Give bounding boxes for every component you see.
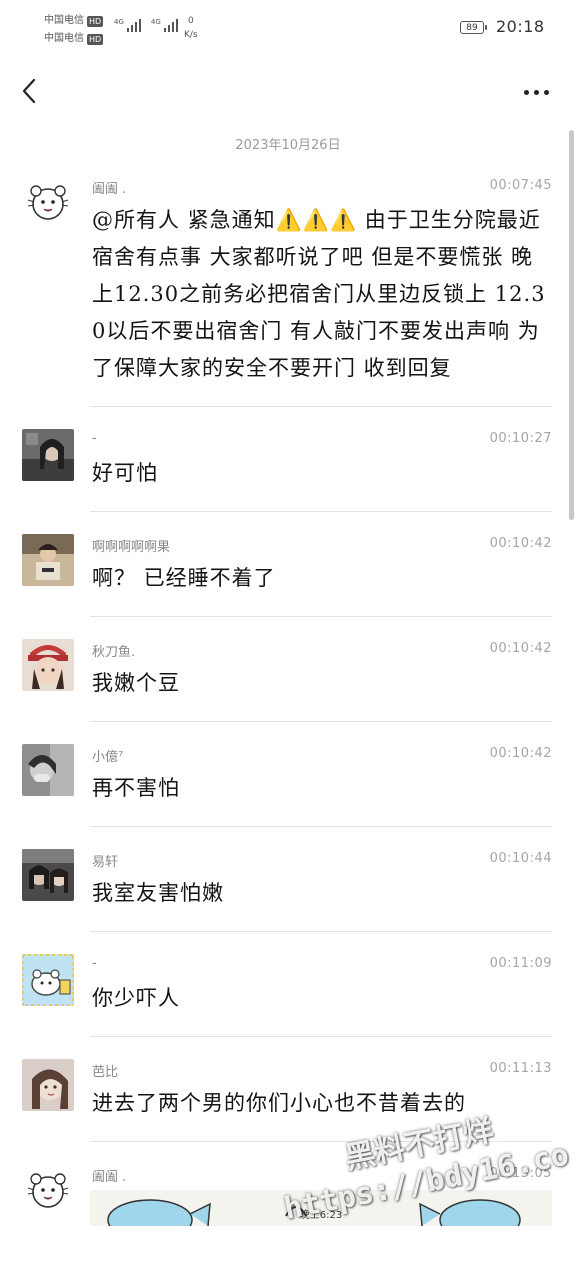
sender-name: 小億⁷ bbox=[92, 750, 124, 765]
status-bar: 中国电信 HD 中国电信 HD 4G 4G 0 K/s 89 20:18 bbox=[0, 0, 576, 60]
message-item[interactable]: 啊啊啊啊啊果 00:10:42 啊？ 已经睡不着了 bbox=[0, 520, 576, 617]
message-time: 00:11:09 bbox=[489, 956, 552, 971]
more-button[interactable] bbox=[518, 78, 554, 106]
divider bbox=[90, 406, 552, 407]
avatar-hamster[interactable] bbox=[22, 1164, 74, 1216]
sender-name: 阖阖 . bbox=[92, 1170, 127, 1185]
message-text: 好可怕 bbox=[92, 461, 158, 485]
carrier-1: 中国电信 bbox=[44, 15, 84, 26]
divider bbox=[90, 826, 552, 827]
avatar-photo[interactable] bbox=[22, 429, 74, 481]
sender-name: 啊啊啊啊啊果 bbox=[92, 540, 171, 555]
sender-name: 芭比 bbox=[92, 1065, 119, 1080]
sender-name: - bbox=[92, 431, 97, 446]
signal-1-icon: 4G bbox=[114, 18, 141, 32]
message-time: 00:10:42 bbox=[489, 746, 552, 761]
message-time: 00:11:13 bbox=[489, 1061, 552, 1076]
message-item[interactable]: 小億⁷ 00:10:42 再不害怕 bbox=[0, 730, 576, 827]
divider bbox=[90, 1036, 552, 1037]
avatar-photo[interactable] bbox=[22, 534, 74, 586]
avatar-cartoon[interactable] bbox=[22, 954, 74, 1006]
hd-badge-1: HD bbox=[87, 15, 104, 27]
chevron-left-icon bbox=[22, 78, 36, 104]
divider bbox=[90, 511, 552, 512]
message-text: 我室友害怕嫩 bbox=[92, 881, 224, 905]
sender-name: 秋刀鱼. bbox=[92, 645, 136, 660]
message-time: 00:10:42 bbox=[489, 641, 552, 656]
carrier-info: 中国电信 HD 中国电信 HD bbox=[44, 12, 104, 48]
scrollbar[interactable] bbox=[569, 130, 574, 520]
message-time: 00:07:45 bbox=[489, 178, 552, 193]
avatar-photo[interactable] bbox=[22, 1059, 74, 1111]
avatar-hamster[interactable] bbox=[22, 176, 74, 228]
message-text: 我嫩个豆 bbox=[92, 671, 180, 695]
message-text: @所有人 紧急通知⚠️⚠️⚠️ 由于卫生分院最近宿舍有点事 大家都听说了吧 但是… bbox=[92, 208, 546, 380]
sender-name: - bbox=[92, 956, 97, 971]
avatar-photo[interactable] bbox=[22, 744, 74, 796]
message-text: 再不害怕 bbox=[92, 776, 180, 800]
avatar-photo[interactable] bbox=[22, 849, 74, 901]
divider bbox=[90, 931, 552, 932]
message-time: 00:10:42 bbox=[489, 536, 552, 551]
message-list[interactable]: 阖阖 . 00:07:45 @所有人 紧急通知⚠️⚠️⚠️ 由于卫生分院最近宿舍… bbox=[0, 162, 576, 1246]
avatar-photo[interactable] bbox=[22, 639, 74, 691]
message-item[interactable]: - 00:11:09 你少吓人 bbox=[0, 940, 576, 1037]
message-item[interactable]: - 00:10:27 好可怕 bbox=[0, 415, 576, 512]
message-text: 进去了两个男的你们小心也不昔着去的 bbox=[92, 1091, 466, 1115]
battery-icon: 89 bbox=[460, 21, 487, 34]
divider bbox=[90, 721, 552, 722]
message-time: 00:10:44 bbox=[489, 851, 552, 866]
carrier-2: 中国电信 bbox=[44, 33, 84, 44]
message-item[interactable]: 易轩 00:10:44 我室友害怕嫩 bbox=[0, 835, 576, 932]
status-time: 20:18 bbox=[496, 17, 545, 36]
message-item[interactable]: 秋刀鱼. 00:10:42 我嫩个豆 bbox=[0, 625, 576, 722]
sender-name: 阖阖 . bbox=[92, 182, 127, 197]
message-text: 你少吓人 bbox=[92, 986, 180, 1010]
divider bbox=[90, 616, 552, 617]
hd-badge-2: HD bbox=[87, 33, 104, 45]
network-speed: 0 K/s bbox=[184, 16, 198, 40]
signal-2-icon: 4G bbox=[151, 18, 178, 32]
message-text: 啊？ 已经睡不着了 bbox=[92, 566, 276, 590]
message-item[interactable]: 阖阖 . 00:07:45 @所有人 紧急通知⚠️⚠️⚠️ 由于卫生分院最近宿舍… bbox=[0, 162, 576, 407]
more-dots-icon bbox=[524, 90, 529, 95]
date-separator: 2023年10月26日 bbox=[235, 138, 341, 153]
header bbox=[0, 64, 576, 120]
signal-icons: 4G 4G bbox=[114, 18, 178, 32]
back-button[interactable] bbox=[16, 76, 46, 106]
message-time: 00:10:27 bbox=[489, 431, 552, 446]
sender-name: 易轩 bbox=[92, 855, 119, 870]
